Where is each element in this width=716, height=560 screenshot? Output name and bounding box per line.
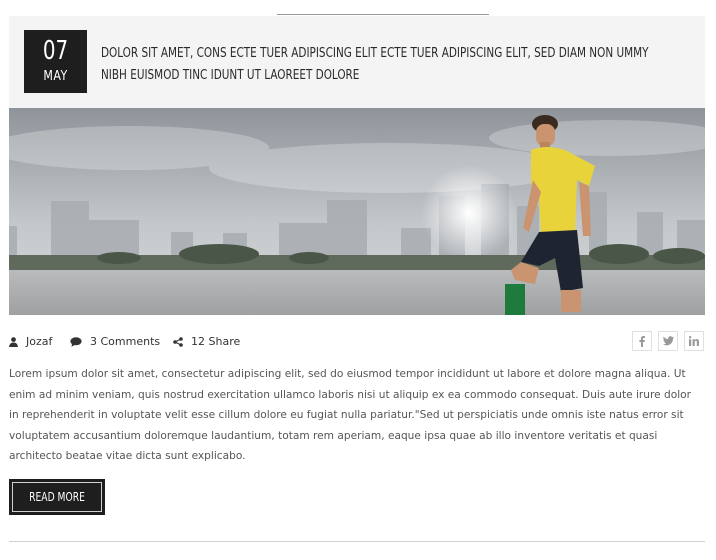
excerpt-line: Lorem ipsum dolor sit amet, consectetur … [9, 368, 686, 380]
post-title-line[interactable]: DOLOR SIT AMET, CONS ECTE TUER ADIPISCIN… [101, 42, 649, 64]
excerpt-line: enim ad minim veniam, quis nostrud exerc… [9, 388, 691, 401]
date-day: 07 [42, 36, 69, 66]
post-header: 07 MAY DOLOR SIT AMET, CONS ECTE TUER AD… [9, 16, 705, 108]
post-title[interactable]: DOLOR SIT AMET, CONS ECTE TUER ADIPISCIN… [101, 42, 649, 86]
bottom-divider [9, 541, 705, 542]
facebook-icon [639, 336, 645, 347]
comments-count[interactable]: 3 Comments [90, 335, 160, 348]
featured-image[interactable] [9, 108, 705, 315]
top-divider [277, 14, 489, 15]
post-title-line[interactable]: NIBH EUISMOD TINC IDUNT UT LAOREET DOLOR… [101, 64, 608, 86]
post-excerpt: Lorem ipsum dolor sit amet, consectetur … [9, 364, 699, 467]
date-month: MAY [43, 69, 68, 84]
read-more-label[interactable]: READ MORE [16, 490, 98, 504]
facebook-button[interactable] [632, 331, 652, 351]
twitter-button[interactable] [658, 331, 678, 351]
share-icon [173, 337, 183, 347]
excerpt-line: in reprehenderit in voluptate velit esse… [9, 409, 684, 422]
linkedin-icon [689, 336, 699, 346]
author-name[interactable]: Jozaf [26, 335, 52, 348]
meta-author[interactable]: Jozaf [9, 335, 52, 348]
linkedin-button[interactable] [684, 331, 704, 351]
date-badge: 07 MAY [24, 30, 87, 93]
read-more-button[interactable]: READ MORE [9, 479, 105, 515]
user-icon [9, 337, 18, 347]
excerpt-line: voluptatem accusantium doloremque laudan… [9, 429, 658, 442]
excerpt-line: architecto beatae vitae dicta sunt expli… [9, 450, 246, 463]
comment-icon [70, 337, 82, 347]
meta-share[interactable]: 12 Share [173, 335, 240, 348]
twitter-icon [662, 336, 674, 346]
share-count[interactable]: 12 Share [191, 335, 240, 348]
post-meta: Jozaf 3 Comments 12 Share [9, 333, 705, 351]
meta-comments[interactable]: 3 Comments [70, 335, 160, 348]
